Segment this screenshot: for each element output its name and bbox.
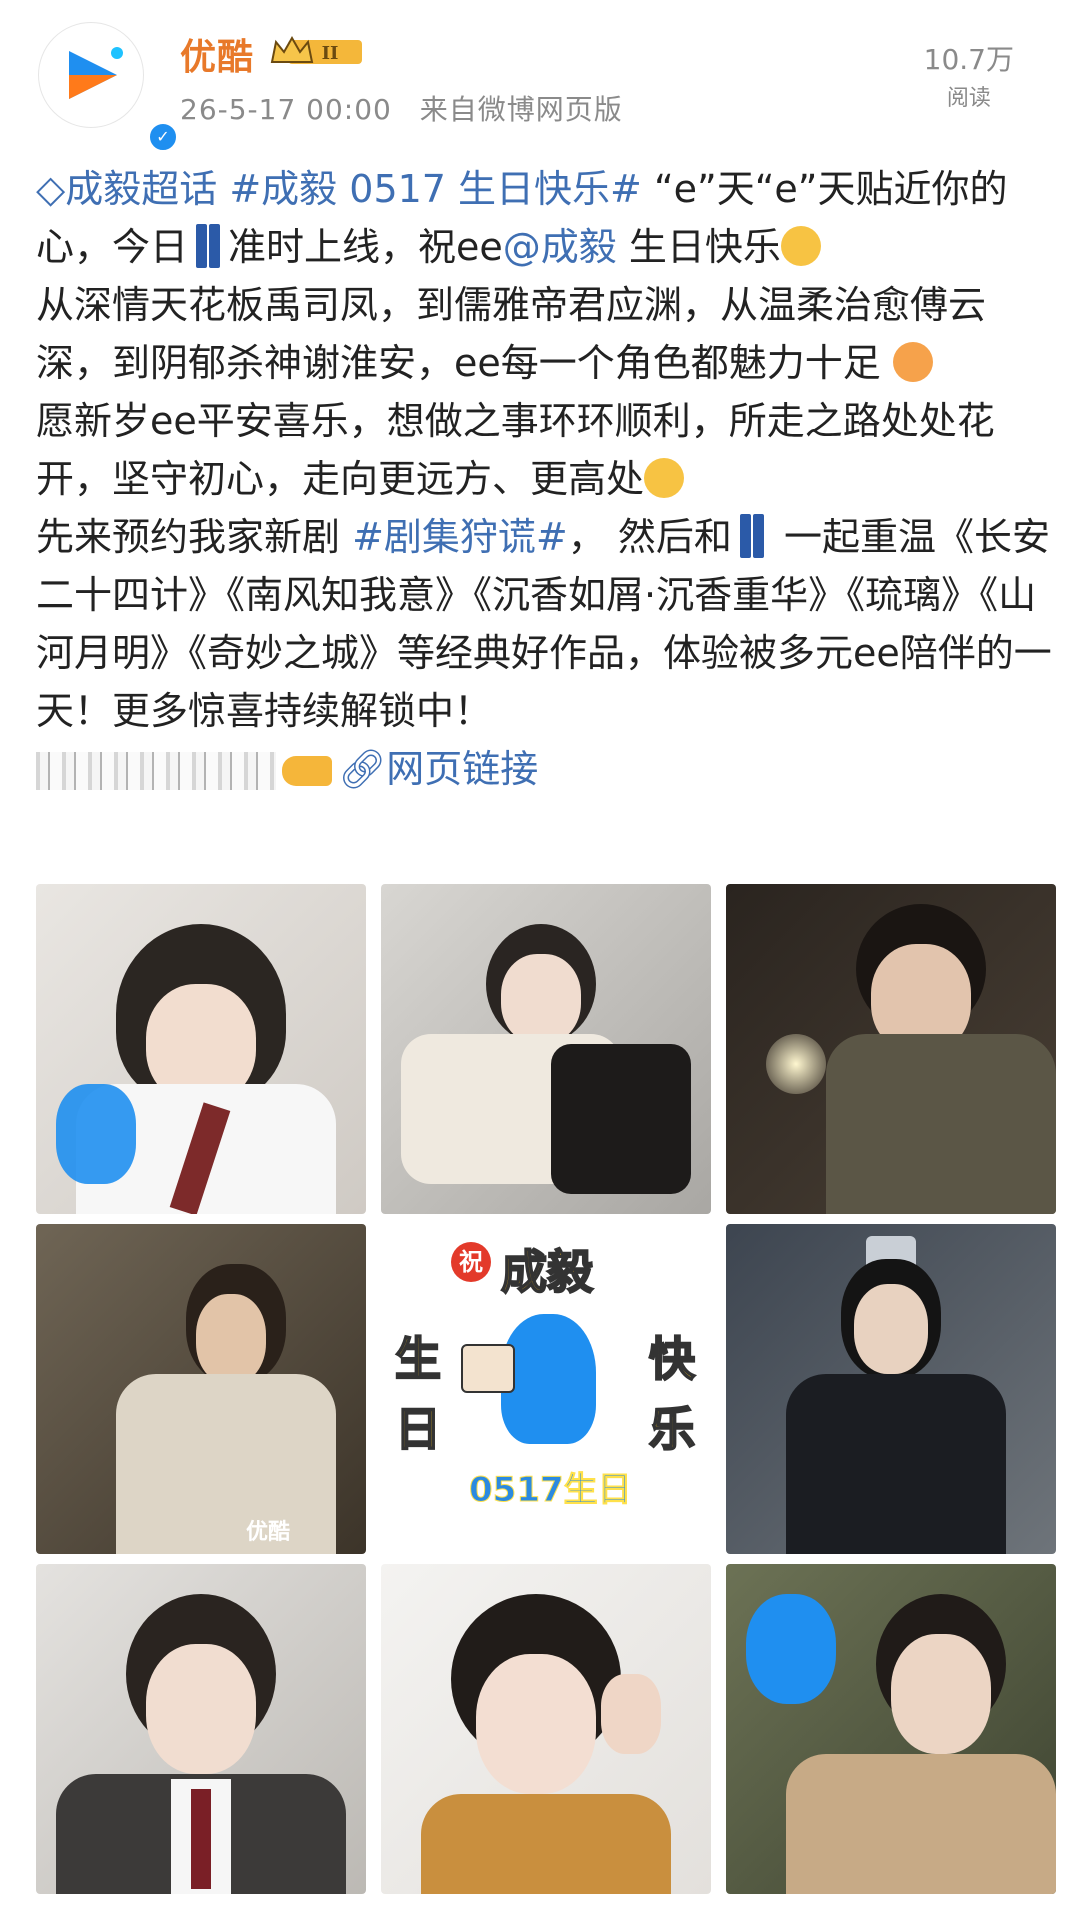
post-text: 准时上线，祝ee [228,225,503,269]
birthday-card-image[interactable]: 祝 成毅 生日 快乐 0517生日 [381,1224,711,1554]
portrait-face [501,954,581,1044]
diamond-icon: ◇ [36,167,66,211]
post-text: 生日快乐 [616,225,781,269]
pointing-hand-icon [282,756,332,786]
photo-9[interactable] [726,1564,1056,1894]
read-count-number: 10.7万 [923,43,1014,76]
youku-logo-icon [69,47,123,99]
photo-7[interactable] [36,1564,366,1894]
wish-badge: 祝 [451,1242,491,1282]
portrait-face [196,1294,266,1384]
read-count: 10.7万 阅读 [924,38,1014,112]
tie [191,1789,211,1889]
robe [786,1374,1006,1554]
portrait-face [476,1654,596,1794]
jeans-emoji-icon [739,514,764,558]
portrait-face [891,1634,991,1754]
post-text: ， 然后和 [567,515,732,559]
photo-2[interactable] [381,884,711,1214]
photo-6[interactable] [726,1224,1056,1554]
photo-3[interactable] [726,884,1056,1214]
drama-hashtag-link[interactable]: #剧集狩谎# [352,515,568,559]
vip-crown-badge-icon[interactable]: II [268,34,364,70]
jeans-emoji-icon [196,224,221,268]
excited-emoji-icon [780,226,821,266]
timestamp: 26-5-17 00:00 [180,93,392,126]
card-date-text: 0517生日 [469,1470,633,1511]
photo-8[interactable] [381,1564,711,1894]
ok-hand [601,1674,661,1754]
youku-mascot-icon [746,1594,836,1704]
web-link[interactable]: 🔗︎网页链接 [338,747,538,791]
blurred-link-text [36,752,276,790]
cake-icon [461,1344,515,1393]
sparkler [766,1034,826,1094]
youku-mascot-icon [501,1314,596,1444]
flower-emoji-icon [644,458,685,498]
hashtag-link[interactable]: #成毅 0517 生日快乐# [229,167,642,211]
post-meta: 26-5-17 00:00 来自微博网页版 [180,88,641,128]
verified-badge-icon: ✓ [147,121,179,153]
post-body: ◇成毅超话 #成毅 0517 生日快乐# “e”天“e”天贴近你的 心，今日 准时… [36,160,1056,798]
post-paragraph: 从深情天花板禹司凤，到儒雅帝君应渊，从温柔治愈傅云深，到阴郁杀神谢淮安，ee每一… [36,283,987,385]
username[interactable]: 优酷 [180,28,254,80]
post-text: 先来预约我家新剧 [36,515,353,559]
robe [826,1034,1056,1214]
hug-emoji-icon [892,342,933,382]
jacket [421,1794,671,1894]
card-left-text: 生日 [394,1331,442,1457]
mention-link[interactable]: @成毅 [503,225,617,269]
vip-level: II [322,43,339,64]
avatar[interactable]: ✓ [38,22,179,153]
robe [116,1374,336,1554]
post-text: “e”天“e”天贴近你的 [653,167,1008,211]
jacket [786,1754,1056,1894]
link-icon: 🔗︎ [338,747,387,791]
portrait-face [854,1284,928,1374]
portrait-face [146,1644,256,1774]
watermark: 优酷 [246,1520,291,1545]
post-paragraph: 愿新岁ee平安喜乐，想做之事环环顺利，所走之路处处花开，坚守初心，走向更远方、更… [36,399,995,501]
super-topic-link[interactable]: ◇成毅超话 [36,167,229,211]
photo-1[interactable] [36,884,366,1214]
card-right-text: 快乐 [648,1331,696,1457]
read-count-label: 阅读 [946,86,991,111]
youku-mascot-icon [56,1084,136,1184]
post-text: 心，今日 [36,225,189,269]
photo-4[interactable]: 优酷 [36,1224,366,1554]
trousers [551,1044,691,1194]
card-name: 成毅 [500,1244,594,1300]
source-label: 来自微博网页版 [419,93,623,126]
